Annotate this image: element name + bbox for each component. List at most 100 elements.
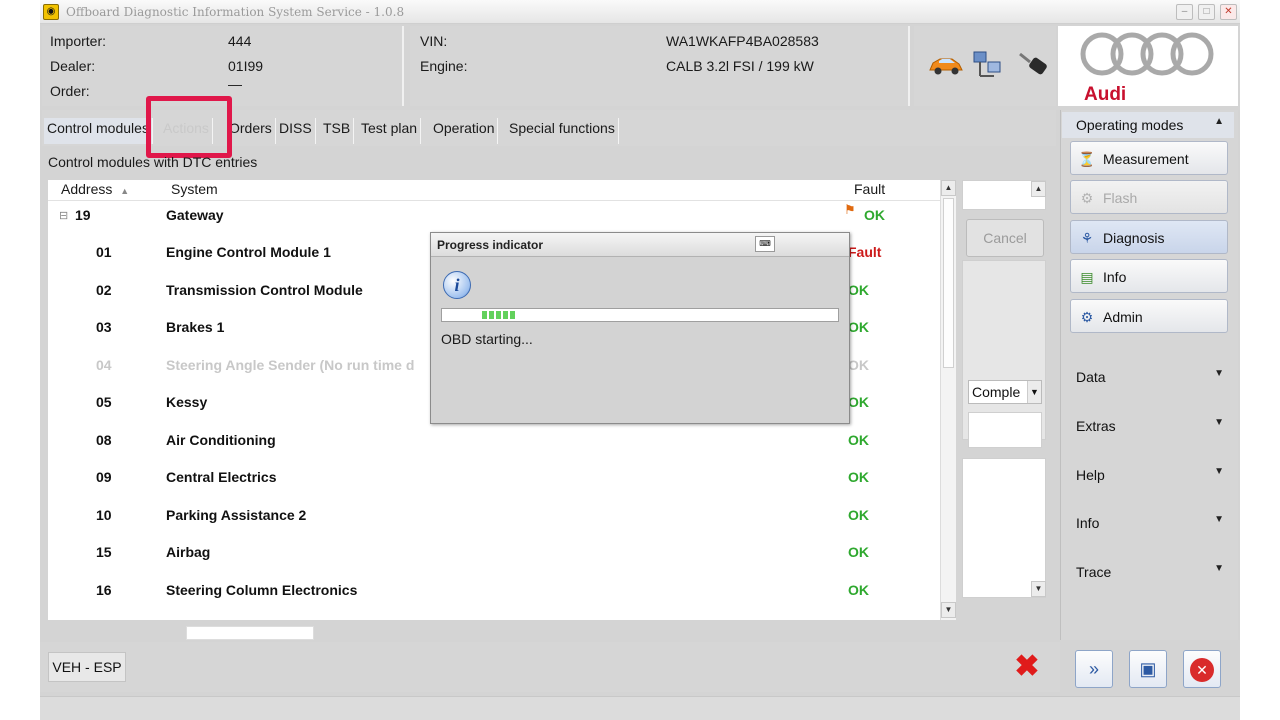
row-address: 16 [96, 582, 112, 598]
flash-label: Flash [1103, 190, 1138, 206]
importer-value: 444 [228, 33, 252, 49]
minimize-button[interactable]: – [1176, 4, 1193, 20]
operating-modes-header[interactable]: Operating modes ▲ [1062, 112, 1234, 138]
row-status: OK [848, 507, 869, 523]
audi-rings-icon [1080, 32, 1214, 76]
dialog-keyboard-icon[interactable]: ⌨ [755, 236, 775, 252]
scroll-down-icon[interactable]: ▼ [941, 602, 956, 618]
dealer-value: 01I99 [228, 58, 264, 74]
order-label: Order: [50, 83, 90, 99]
warning-flag-icon: ⚑ [844, 202, 856, 217]
exit-icon: ✕ [1190, 658, 1214, 682]
section-help[interactable]: Help ▼ [1062, 462, 1234, 488]
window-title: Offboard Diagnostic Information System S… [66, 5, 405, 19]
info-icon: i [443, 271, 471, 299]
tab-orders[interactable]: Orders [226, 118, 276, 144]
row-system: Airbag [166, 544, 211, 560]
close-window-button[interactable]: ✕ [1220, 4, 1237, 20]
tab-control-modules[interactable]: Control modules [44, 118, 153, 144]
books-icon: ▤ [1080, 269, 1094, 285]
tab-tsb[interactable]: TSB [320, 118, 355, 144]
row-address: 08 [96, 432, 112, 448]
chevron-up-icon: ▲ [1214, 116, 1224, 127]
forward-icon[interactable]: » [1075, 650, 1113, 688]
row-system: Steering Angle Sender (No run time d [166, 357, 415, 373]
mode-select-value: Comple [972, 384, 1021, 400]
engine-label: Engine: [420, 58, 468, 74]
row-status: OK [848, 357, 869, 373]
vin-label: VIN: [420, 33, 448, 49]
exit-button[interactable]: ✕ [1183, 650, 1221, 688]
section-data[interactable]: Data ▼ [1062, 364, 1234, 390]
row-status: OK [848, 319, 869, 335]
progress-bar-fill [481, 311, 518, 319]
fullscreen-icon[interactable]: ▣ [1129, 650, 1167, 688]
connection-status-panel [914, 26, 1056, 106]
status-bar [40, 696, 1240, 720]
gauge-icon: ⏳ [1078, 151, 1096, 167]
row-status: OK [848, 582, 869, 598]
row-status: OK [864, 207, 885, 223]
table-subtitle: Control modules with DTC entries [48, 154, 258, 170]
section-info-title: Info [1076, 515, 1100, 531]
row-status: OK [848, 544, 869, 560]
dealer-info-panel: Importer: 444 Dealer: 01I99 Order: — [42, 26, 404, 106]
row-address: 15 [96, 544, 112, 560]
sort-ascending-icon: ▲ [120, 186, 130, 196]
table-row[interactable]: 16 Steering Column Electronics OK [48, 573, 938, 609]
column-address-label: Address [61, 181, 113, 197]
measurement-label: Measurement [1103, 151, 1189, 167]
brand-name: Audi [1084, 84, 1127, 105]
mode-select[interactable]: Comple ▼ [968, 380, 1042, 404]
tab-operation[interactable]: Operation [430, 118, 499, 144]
stethoscope-icon: ⚘ [1080, 230, 1094, 246]
row-address: 05 [96, 394, 112, 410]
vehicle-info-panel: VIN: WA1WKAFP4BA028583 Engine: CALB 3.2l… [410, 26, 910, 106]
row-status: OK [848, 469, 869, 485]
side-field[interactable] [968, 412, 1042, 448]
section-trace[interactable]: Trace ▼ [1062, 559, 1234, 585]
admin-button[interactable]: ⚙ Admin [1070, 299, 1228, 333]
plug-icon [1019, 52, 1047, 75]
info-label: Info [1103, 269, 1127, 285]
diagnosis-label: Diagnosis [1103, 230, 1165, 246]
row-address: 02 [96, 282, 112, 298]
maximize-button[interactable]: □ [1198, 4, 1215, 20]
row-address: 10 [96, 507, 112, 523]
progress-bar [441, 308, 839, 322]
section-info[interactable]: Info ▼ [1062, 510, 1234, 536]
diagnosis-button[interactable]: ⚘ Diagnosis [1070, 220, 1228, 254]
table-row[interactable]: 15 Airbag OK [48, 535, 938, 571]
table-row[interactable]: ⊟ 19 Gateway ⚑ OK [48, 198, 938, 234]
row-system: Brakes 1 [166, 319, 225, 335]
scroll-thumb[interactable] [943, 198, 954, 368]
tab-special-functions[interactable]: Special functions [506, 118, 619, 144]
flash-icon: ⚙ [1080, 190, 1094, 206]
section-extras[interactable]: Extras ▼ [1062, 413, 1234, 439]
info-button[interactable]: ▤ Info [1070, 259, 1228, 293]
side-list-top: ▲ [962, 180, 1046, 210]
row-system: Engine Control Module 1 [166, 244, 331, 260]
row-address: 03 [96, 319, 112, 335]
cancel-button[interactable]: Cancel [966, 219, 1044, 257]
table-row[interactable]: 08 Air Conditioning OK [48, 423, 938, 459]
measurement-button[interactable]: ⏳ Measurement [1070, 141, 1228, 175]
chevron-down-icon: ▼ [1214, 563, 1224, 574]
row-address: 04 [96, 357, 112, 373]
horizontal-scrollbar[interactable] [186, 626, 314, 640]
audi-logo: Audi [1058, 26, 1238, 106]
table-row[interactable]: 10 Parking Assistance 2 OK [48, 498, 938, 534]
table-row[interactable]: 09 Central Electrics OK [48, 460, 938, 496]
row-system: Central Electrics [166, 469, 277, 485]
table-scrollbar[interactable]: ▲ ▼ [940, 180, 956, 620]
progress-dialog-title: Progress indicator [437, 238, 544, 252]
side-scroll-up-icon[interactable]: ▲ [1031, 181, 1046, 197]
collapse-icon[interactable]: ⊟ [59, 209, 68, 222]
vin-value: WA1WKAFP4BA028583 [666, 33, 819, 49]
side-scroll-down-icon[interactable]: ▼ [1031, 581, 1046, 597]
scroll-up-icon[interactable]: ▲ [941, 180, 956, 196]
tab-test-plan[interactable]: Test plan [358, 118, 422, 144]
flash-button[interactable]: ⚙ Flash [1070, 180, 1228, 214]
tab-diss[interactable]: DISS [276, 118, 316, 144]
dealer-label: Dealer: [50, 58, 96, 74]
